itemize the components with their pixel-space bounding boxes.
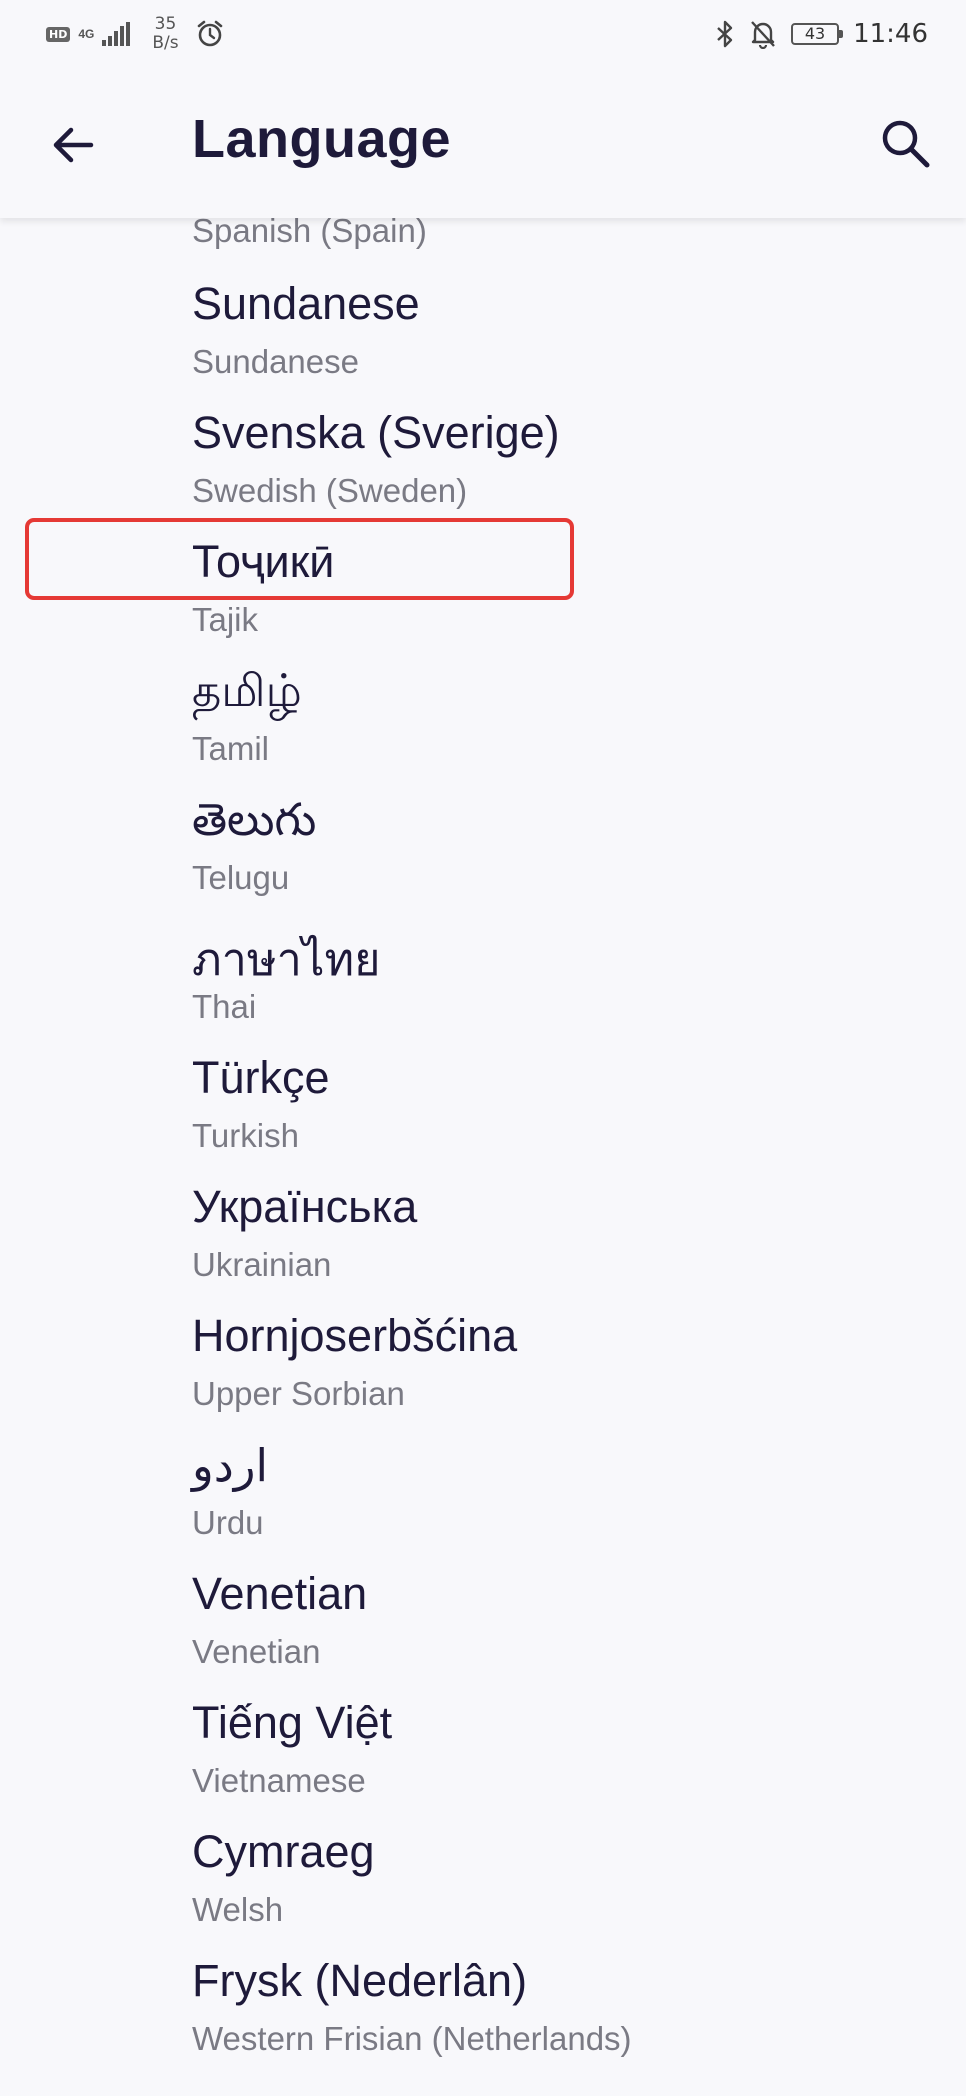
network-speed: 35 B/s bbox=[152, 15, 178, 53]
language-item-telugu[interactable]: తెలుగు Telugu bbox=[0, 774, 966, 903]
network-type: 4G bbox=[78, 27, 95, 41]
language-native-name: Frysk (Nederlân) bbox=[192, 1955, 528, 2006]
language-native-name: తెలుగు bbox=[192, 794, 317, 845]
back-button[interactable] bbox=[38, 110, 108, 180]
status-left: HD 4G 35 B/s bbox=[46, 14, 225, 54]
language-native-name: اردو bbox=[192, 1440, 269, 1491]
language-native-name: Cymraeg bbox=[192, 1826, 375, 1877]
clock: 11:46 bbox=[853, 19, 928, 49]
app-bar: Language bbox=[0, 66, 966, 218]
selection-highlight bbox=[25, 518, 574, 600]
status-right: 43 11:46 bbox=[715, 14, 928, 54]
back-arrow-icon bbox=[53, 127, 94, 163]
page-title: Language bbox=[192, 109, 452, 169]
language-item-turkish[interactable]: Türkçe Turkish bbox=[0, 1032, 966, 1161]
language-english-name: Western Frisian (Netherlands) bbox=[192, 2020, 632, 2057]
language-english-name: Urdu bbox=[192, 1504, 264, 1541]
language-item-ukrainian[interactable]: Українська Ukrainian bbox=[0, 1161, 966, 1290]
language-english-name: Turkish bbox=[192, 1117, 299, 1154]
language-native-name: Українська bbox=[192, 1181, 418, 1232]
language-english-name: Ukrainian bbox=[192, 1246, 332, 1283]
language-item-venetian[interactable]: Venetian Venetian bbox=[0, 1548, 966, 1677]
language-item-vietnamese[interactable]: Tiếng Việt Vietnamese bbox=[0, 1677, 966, 1806]
language-english-name: Thai bbox=[192, 988, 257, 1025]
language-english-name: Upper Sorbian bbox=[192, 1375, 405, 1412]
language-item-tamil[interactable]: தமிழ் Tamil bbox=[0, 645, 966, 774]
language-english-name: Venetian bbox=[192, 1633, 321, 1670]
hd-badge: HD bbox=[46, 26, 71, 42]
language-native-name: ภาษาไทย bbox=[192, 934, 381, 985]
search-button[interactable] bbox=[870, 108, 940, 178]
language-native-name: Sundanese bbox=[192, 278, 420, 329]
language-item-sundanese[interactable]: Sundanese Sundanese bbox=[0, 258, 966, 387]
language-english-name: Sundanese bbox=[192, 343, 359, 380]
language-english-name: Welsh bbox=[192, 1891, 284, 1928]
language-item-welsh[interactable]: Cymraeg Welsh bbox=[0, 1806, 966, 1935]
battery-icon: 43 bbox=[791, 23, 844, 45]
language-native-name: Venetian bbox=[192, 1568, 368, 1619]
language-native-name: தமிழ் bbox=[192, 665, 302, 716]
language-item-upper-sorbian[interactable]: Hornjoserbšćina Upper Sorbian bbox=[0, 1290, 966, 1419]
signal-icon bbox=[102, 22, 131, 46]
language-native-name: Hornjoserbšćina bbox=[192, 1310, 518, 1361]
language-english-name: Tajik bbox=[192, 601, 259, 638]
language-native-name: Türkçe bbox=[192, 1052, 330, 1103]
language-english-name: Vietnamese bbox=[192, 1762, 366, 1799]
speed-value: 35 bbox=[154, 14, 177, 34]
language-item-swedish[interactable]: Svenska (Sverige) Swedish (Sweden) bbox=[0, 387, 966, 516]
language-native-name: Svenska (Sverige) bbox=[192, 407, 560, 458]
status-bar: HD 4G 35 B/s 43 11:46 bbox=[0, 0, 966, 66]
language-english-name: Swedish (Sweden) bbox=[192, 472, 468, 509]
language-native-name: Tiếng Việt bbox=[192, 1697, 393, 1748]
alarm-icon bbox=[197, 20, 222, 47]
language-english-name: Tamil bbox=[192, 730, 270, 767]
language-english-name: Telugu bbox=[192, 859, 290, 896]
language-item-western-frisian[interactable]: Frysk (Nederlân) Western Frisian (Nether… bbox=[0, 1935, 966, 2064]
bell-off-icon bbox=[751, 21, 775, 49]
language-item-thai[interactable]: ภาษาไทย Thai bbox=[0, 903, 966, 1032]
language-item-urdu[interactable]: اردو Urdu bbox=[0, 1419, 966, 1548]
bluetooth-icon bbox=[717, 20, 733, 48]
speed-unit: B/s bbox=[152, 33, 179, 53]
search-icon bbox=[882, 120, 930, 168]
